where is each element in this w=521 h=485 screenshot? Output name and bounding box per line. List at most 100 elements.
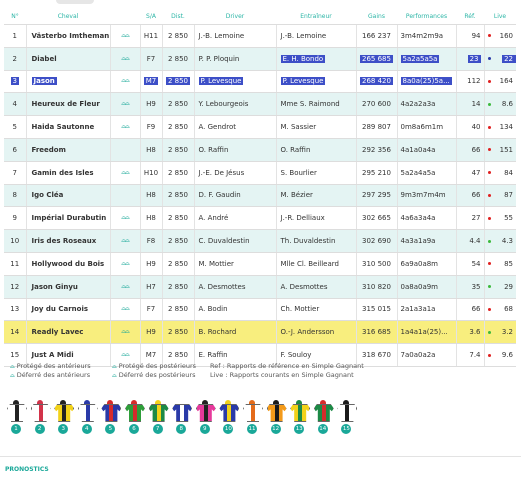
live-odds: 84: [504, 168, 513, 177]
top-tab[interactable]: [56, 0, 94, 4]
header-gains[interactable]: Gains: [356, 9, 397, 25]
shoeing-icons: ⌓⌓: [109, 252, 140, 276]
jacket-number: 9: [199, 424, 210, 434]
header-name[interactable]: Cheval: [26, 9, 110, 25]
header-dist[interactable]: Dist.: [162, 9, 194, 25]
ref-odds-cell: 40: [455, 115, 484, 139]
cap-icon: [296, 400, 303, 404]
live-odds-cell: 29: [483, 275, 516, 299]
header-sa[interactable]: S/A: [140, 9, 162, 25]
performances: 9m3m7m4m: [400, 191, 446, 200]
table-row[interactable]: 11 Hollywood du Bois ⌓⌓ H9 2 850 M. Mottier Ml…: [4, 252, 516, 276]
table-row[interactable]: 6 Freedom H8 2 850 O. Raffin O. Raffin 292 356…: [4, 138, 516, 162]
trainer-name-cell: E. H. Bondo: [275, 47, 356, 71]
shoeing-icons: ⌓⌓: [109, 47, 140, 71]
table-row[interactable]: 4 Heureux de Fleur ⌓⌓ H9 2 850 Y. Lebourgeois…: [4, 92, 516, 117]
jacket-icon: [30, 404, 51, 422]
horse-name[interactable]: Jason Ginyu: [32, 283, 78, 291]
header-trainer[interactable]: Entraîneur: [276, 9, 356, 25]
driver-name: A. Gendrot: [198, 123, 236, 132]
ref-odds: 66: [471, 191, 481, 200]
header-driver[interactable]: Driver: [194, 9, 276, 25]
gains-value: 318 670: [362, 351, 391, 360]
cap-icon: [319, 400, 326, 404]
trainer-name: J.-R. Delliaux: [280, 214, 325, 223]
horseshoe-icon: ⌓⌓: [121, 54, 129, 62]
table-row[interactable]: 2 Diabel ⌓⌓ F7 2 850 P. P. Ploquin E. H. Bondo…: [4, 47, 516, 71]
horse-name[interactable]: Igo Cléa: [32, 191, 64, 199]
table-row[interactable]: 12 Jason Ginyu ⌓⌓ H7 2 850 A. Desmottes A. Des…: [4, 275, 516, 299]
trainer-name: Ch. Mottier: [280, 305, 320, 314]
performances: 5a2a4a5a: [400, 168, 436, 177]
live-odds: 151: [499, 145, 513, 154]
pronostics-heading[interactable]: PRONOSTICS: [5, 466, 49, 473]
horse-name[interactable]: Iris des Roseaux: [32, 237, 97, 245]
trend-dot-icon: [487, 307, 491, 311]
trend-dot-icon: [487, 216, 491, 220]
sex-age: M7: [143, 77, 159, 86]
table-row[interactable]: 10 Iris des Roseaux ⌓⌓ F8 2 850 C. Duvaldesti…: [4, 229, 516, 253]
shoeing-icons: ⌓⌓: [109, 161, 140, 185]
horseshoe-icon: ⌓: [10, 372, 15, 379]
live-odds-cell: 160: [483, 24, 516, 48]
cap-icon: [178, 400, 185, 404]
horse-name[interactable]: Gamin des Isles: [32, 169, 94, 177]
table-row[interactable]: 8 Igo Cléa H8 2 850 D. F. Gaudin M. Bézier 297…: [4, 184, 516, 208]
horse-name[interactable]: Freedom: [32, 146, 66, 154]
sex-age: H11: [143, 31, 159, 40]
distance: 2 850: [167, 328, 189, 337]
distance: 2 850: [167, 145, 189, 154]
header-num[interactable]: N°: [4, 9, 26, 25]
distance-cell: 2 850: [161, 252, 194, 276]
horse-name-cell: Igo Cléa: [25, 184, 110, 208]
horse-name[interactable]: Just A Midi: [32, 351, 74, 359]
horse-name[interactable]: Impérial Durabutin: [32, 214, 107, 222]
legend-def-post: Déferré des postérieurs: [118, 371, 196, 379]
performances: 3m4m2m9a: [400, 31, 444, 40]
ref-odds-cell: 66: [455, 184, 484, 208]
performances: 5a2a5a5a: [400, 54, 440, 63]
trainer-name: E. H. Bondo: [280, 54, 326, 63]
sex-age-cell: H9: [139, 92, 162, 117]
table-row[interactable]: 7 Gamin des Isles ⌓⌓ H10 2 850 J.-E. De Jésus…: [4, 161, 516, 185]
horse-name-cell: Jason Ginyu: [25, 275, 110, 299]
driver-name: Y. Lebourgeois: [198, 100, 249, 109]
horse-name-cell: Joy du Carnois: [25, 298, 110, 322]
horse-name[interactable]: Jason: [31, 77, 57, 86]
horse-name[interactable]: Haida Sautonne: [32, 123, 95, 131]
trainer-name: M. Bézier: [280, 191, 313, 200]
horse-name[interactable]: Readly Lavec: [32, 328, 84, 336]
gains-value: 268 420: [360, 77, 393, 86]
table-row[interactable]: 9 Impérial Durabutin ⌓⌓ H8 2 850 A. André J.-R…: [4, 206, 516, 231]
table-row[interactable]: 3 Jason ⌓⌓ M7 2 850 P. Levesque P. Levesque 268…: [4, 70, 516, 94]
table-row[interactable]: 14 Readly Lavec ⌓⌓ H9 2 850 B. Rochard O.-J. A…: [4, 320, 516, 345]
header-ref[interactable]: Réf.: [456, 9, 484, 25]
performances: 4a2a2a3a: [400, 100, 436, 109]
table-row[interactable]: 13 Joy du Carnois ⌓⌓ F7 2 850 A. Bodin Ch. Mot…: [4, 298, 516, 322]
header-live[interactable]: Live: [484, 9, 516, 25]
horse-name[interactable]: Diabel: [32, 55, 57, 63]
jacket-number: 11: [247, 424, 257, 434]
distance: 2 850: [167, 100, 189, 109]
ref-odds: 112: [467, 77, 481, 86]
performances-cell: 9m3m7m4m: [396, 184, 456, 208]
performances-cell: 1a4a1a(25)...: [396, 320, 456, 345]
horse-name[interactable]: Joy du Carnois: [32, 305, 89, 313]
distance: 2 850: [167, 214, 189, 223]
header-perf[interactable]: Performances: [397, 9, 456, 25]
table-row[interactable]: 5 Haida Sautonne ⌓⌓ F9 2 850 A. Gendrot M. Sas…: [4, 115, 516, 139]
jacket-number: 1: [11, 424, 21, 434]
performances-cell: 4a6a3a4a: [396, 206, 456, 231]
cap-icon: [131, 400, 137, 404]
trainer-name-cell: M. Bézier: [275, 184, 356, 208]
sex-age-cell: H8: [139, 138, 162, 162]
table-row[interactable]: 1 Västerbo Imtheman ⌓⌓ H11 2 850 J.-B. Lemoin…: [4, 24, 516, 48]
horse-name[interactable]: Hollywood du Bois: [32, 260, 105, 268]
jacket-number: 14: [317, 424, 328, 434]
ref-odds-cell: 14: [455, 92, 484, 117]
horse-name[interactable]: Västerbo Imtheman: [32, 32, 110, 40]
horse-name[interactable]: Heureux de Fleur: [32, 100, 100, 108]
sex-age-cell: H10: [139, 161, 162, 185]
live-odds: 9.6: [501, 351, 513, 360]
jacket-number: 8: [176, 424, 187, 434]
